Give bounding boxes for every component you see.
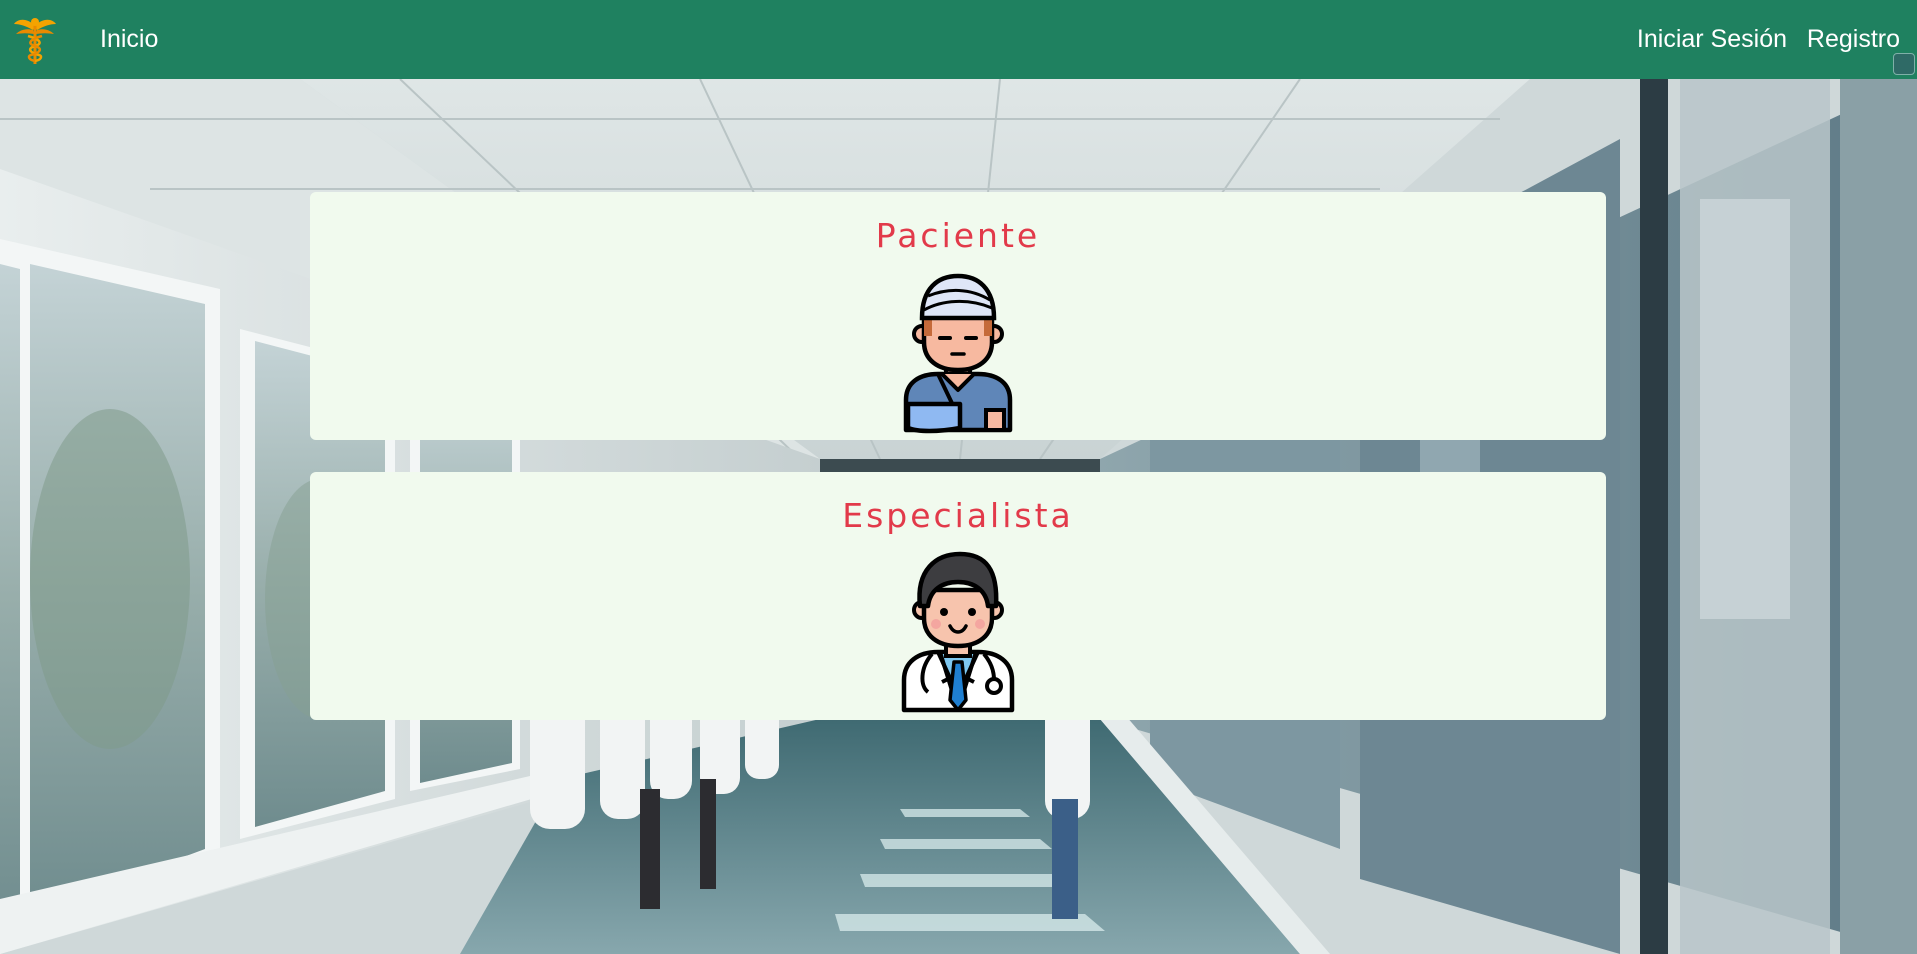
nav-register-link[interactable]: Registro	[1807, 24, 1900, 54]
patient-card-title: Paciente	[875, 216, 1041, 255]
doctor-icon	[901, 551, 1015, 713]
bandaged-patient-icon	[903, 273, 1013, 434]
patient-card[interactable]: Paciente	[310, 192, 1606, 440]
window-control-icon[interactable]	[1893, 53, 1915, 75]
caduceus-icon[interactable]	[12, 14, 58, 66]
specialist-card-title: Especialista	[842, 496, 1074, 535]
nav-login-link[interactable]: Iniciar Sesión	[1637, 24, 1787, 54]
top-navbar: Inicio Iniciar Sesión Registro	[0, 0, 1917, 79]
specialist-card[interactable]: Especialista	[310, 472, 1606, 720]
nav-home-link[interactable]: Inicio	[100, 24, 158, 54]
